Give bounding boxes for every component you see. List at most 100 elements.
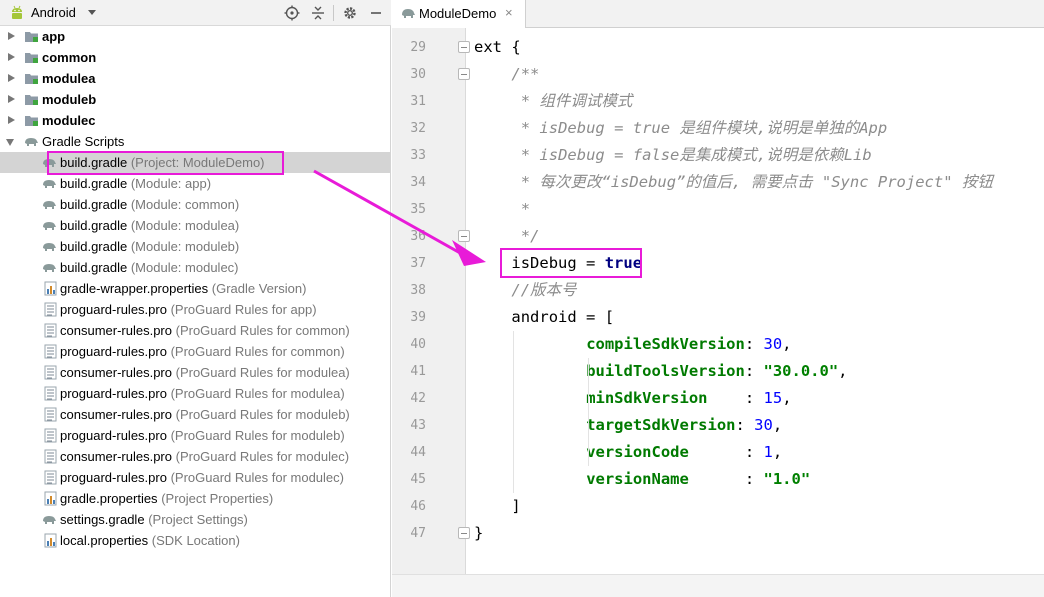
tree-item[interactable]: Gradle Scripts bbox=[0, 131, 390, 152]
tree-item[interactable]: consumer-rules.pro (ProGuard Rules for c… bbox=[0, 320, 390, 341]
tree-item[interactable]: gradle.properties (Project Properties) bbox=[0, 488, 390, 509]
code-line: ext { bbox=[474, 34, 521, 61]
code-token: * isDebug = true 是组件模块,说明是单独的App bbox=[520, 119, 888, 137]
line-number-gutter: 29 30 31 32 33 34 35 36 37 38 39 40 41 42 43 44 45 46 47 bbox=[392, 28, 470, 574]
tree-item-label: consumer-rules.pro (ProGuard Rules for m… bbox=[60, 404, 350, 425]
collapse-icon[interactable] bbox=[309, 4, 327, 22]
code-token: 15 bbox=[763, 389, 783, 407]
tree-item[interactable]: settings.gradle (Project Settings) bbox=[0, 509, 390, 530]
tree-item-label: consumer-rules.pro (ProGuard Rules for c… bbox=[60, 320, 350, 341]
tree-item[interactable]: app bbox=[0, 26, 390, 47]
expand-right-icon[interactable] bbox=[8, 74, 15, 82]
line-number: 47 bbox=[410, 526, 426, 541]
gradle-elephant-icon bbox=[43, 180, 56, 188]
tree-item-label: build.gradle (Module: moduleb) bbox=[60, 236, 239, 257]
tree-item[interactable]: gradle-wrapper.properties (Gradle Versio… bbox=[0, 278, 390, 299]
highlight-box-isdebug bbox=[500, 248, 642, 278]
hide-panel-icon[interactable] bbox=[367, 4, 385, 22]
chevron-down-icon[interactable] bbox=[88, 10, 96, 15]
tree-item[interactable]: consumer-rules.pro (ProGuard Rules for m… bbox=[0, 446, 390, 467]
code-token: */ bbox=[520, 227, 540, 245]
tree-item-name: common bbox=[42, 50, 97, 65]
tree-item[interactable]: proguard-rules.pro (ProGuard Rules for m… bbox=[0, 467, 390, 488]
tree-item[interactable]: consumer-rules.pro (ProGuard Rules for m… bbox=[0, 362, 390, 383]
line-number: 35 bbox=[410, 202, 426, 217]
expand-right-icon[interactable] bbox=[8, 53, 15, 61]
module-folder-icon bbox=[25, 95, 38, 105]
tree-item[interactable]: proguard-rules.pro (ProGuard Rules for m… bbox=[0, 383, 390, 404]
locate-icon[interactable] bbox=[283, 4, 301, 22]
tree-item[interactable]: build.gradle (Module: common) bbox=[0, 194, 390, 215]
tree-item[interactable]: moduleb bbox=[0, 89, 390, 110]
tree-item-name: build.gradle bbox=[60, 218, 128, 233]
tree-item[interactable]: proguard-rules.pro (ProGuard Rules for a… bbox=[0, 299, 390, 320]
expand-right-icon[interactable] bbox=[8, 116, 15, 124]
tree-item-hint: (Module: moduleb) bbox=[130, 239, 240, 254]
code-line: versionName : "1.0" bbox=[586, 466, 810, 493]
expand-down-icon[interactable] bbox=[6, 139, 14, 146]
code-area[interactable]: ext {/** * 组件调试模式 * isDebug = true 是组件模块,说… bbox=[467, 28, 1044, 574]
proguard-file-icon bbox=[44, 344, 57, 359]
tree-item-label: moduleb bbox=[42, 89, 96, 110]
tree-item-name: consumer-rules.pro bbox=[60, 407, 172, 422]
properties-file-icon bbox=[44, 281, 57, 296]
code-token: , bbox=[772, 416, 783, 434]
tree-item-hint: (Gradle Version) bbox=[211, 281, 307, 296]
expand-right-icon[interactable] bbox=[8, 32, 15, 40]
code-token: compileSdkVersion bbox=[586, 335, 745, 353]
tree-item-name: modulea bbox=[42, 71, 96, 86]
code-token: * bbox=[520, 200, 531, 218]
tree-item-name: modulec bbox=[42, 113, 96, 128]
module-folder-icon bbox=[25, 116, 38, 126]
proguard-file-icon bbox=[44, 323, 57, 338]
tree-item-hint: (Project Properties) bbox=[161, 491, 274, 506]
line-number: 45 bbox=[410, 472, 426, 487]
tree-item[interactable]: build.gradle (Module: modulea) bbox=[0, 215, 390, 236]
code-line: //版本号 bbox=[511, 277, 576, 304]
code-line: buildToolsVersion: "30.0.0", bbox=[586, 358, 847, 385]
tree-item[interactable]: modulec bbox=[0, 110, 390, 131]
tree-item-hint: (ProGuard Rules for modulec) bbox=[170, 470, 344, 485]
code-token: , bbox=[772, 443, 783, 461]
code-line: * bbox=[521, 196, 530, 223]
proguard-file-icon bbox=[44, 386, 57, 401]
code-token: * 组件调试模式 bbox=[520, 92, 633, 110]
horizontal-scrollbar[interactable] bbox=[392, 574, 1044, 597]
tree-item[interactable]: local.properties (SDK Location) bbox=[0, 530, 390, 551]
gradle-elephant-icon bbox=[43, 222, 56, 230]
line-number: 39 bbox=[410, 310, 426, 325]
tree-item[interactable]: build.gradle (Module: modulec) bbox=[0, 257, 390, 278]
module-folder-icon bbox=[25, 53, 38, 63]
close-icon[interactable]: × bbox=[505, 5, 513, 21]
code-line: minSdkVersion : 15, bbox=[586, 385, 791, 412]
tree-item[interactable]: build.gradle (Module: app) bbox=[0, 173, 390, 194]
tree-item[interactable]: common bbox=[0, 47, 390, 68]
tree-item[interactable]: build.gradle (Module: moduleb) bbox=[0, 236, 390, 257]
android-icon bbox=[12, 5, 22, 19]
tree-item[interactable]: proguard-rules.pro (ProGuard Rules for m… bbox=[0, 425, 390, 446]
tab-label: ModuleDemo bbox=[419, 6, 497, 21]
tab-moduledemo[interactable]: ModuleDemo × bbox=[392, 0, 526, 28]
module-folder-icon bbox=[25, 32, 38, 42]
project-tree: app common modulea moduleb modulec Gradle Scr… bbox=[0, 26, 390, 551]
proguard-file-icon bbox=[44, 407, 57, 422]
tree-item[interactable]: consumer-rules.pro (ProGuard Rules for m… bbox=[0, 404, 390, 425]
tree-item-name: build.gradle bbox=[60, 239, 128, 254]
gradle-icon bbox=[25, 138, 38, 146]
tree-item-label: proguard-rules.pro (ProGuard Rules for m… bbox=[60, 425, 345, 446]
editor-tab-bar: ModuleDemo × bbox=[392, 0, 1044, 28]
tree-item-label: modulec bbox=[42, 110, 95, 131]
tree-item-hint: (SDK Location) bbox=[151, 533, 240, 548]
expand-right-icon[interactable] bbox=[8, 95, 15, 103]
view-selector[interactable]: Android bbox=[31, 4, 76, 22]
tree-item[interactable]: proguard-rules.pro (ProGuard Rules for c… bbox=[0, 341, 390, 362]
tree-item[interactable]: modulea bbox=[0, 68, 390, 89]
gear-icon[interactable] bbox=[341, 4, 359, 22]
tree-item-name: build.gradle bbox=[60, 176, 128, 191]
tree-item-label: proguard-rules.pro (ProGuard Rules for a… bbox=[60, 299, 317, 320]
code-line: compileSdkVersion: 30, bbox=[586, 331, 791, 358]
code-token: //版本号 bbox=[511, 281, 577, 299]
tree-item-name: app bbox=[42, 29, 66, 44]
code-token: ] bbox=[511, 497, 521, 515]
tree-item-name: proguard-rules.pro bbox=[60, 470, 167, 485]
